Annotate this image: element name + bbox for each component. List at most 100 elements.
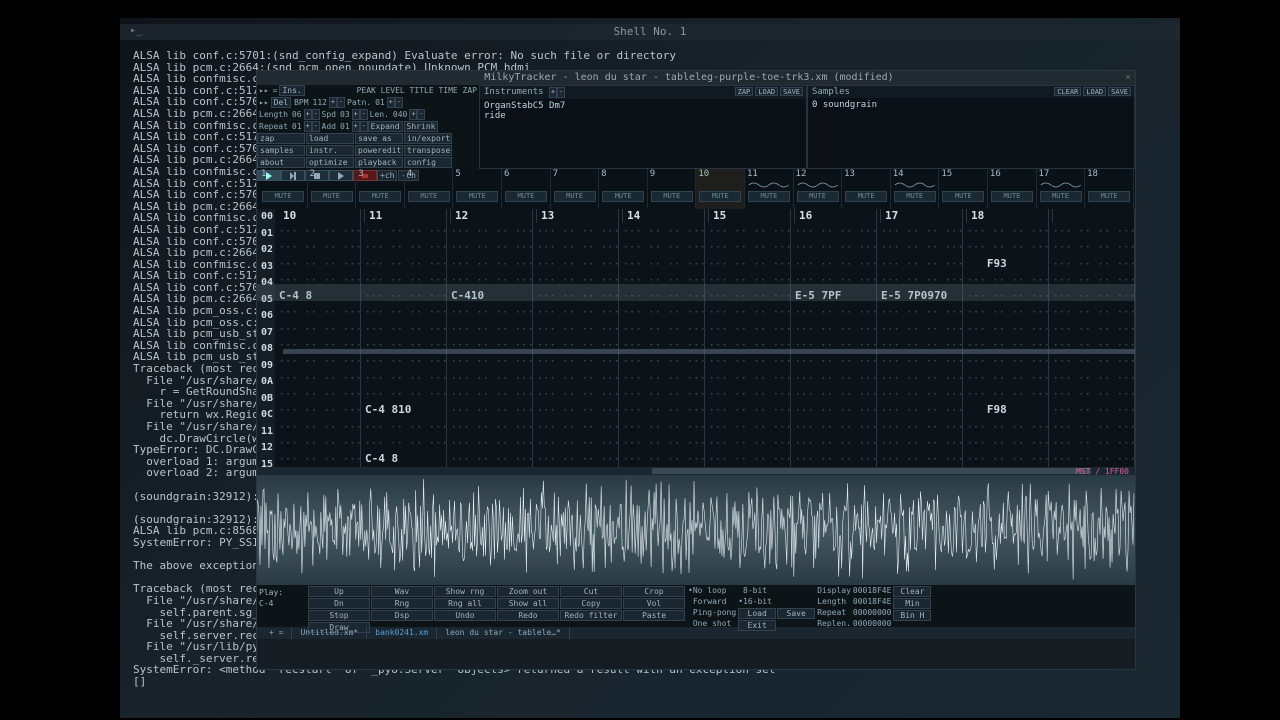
status-tab-new[interactable]: + = (261, 627, 292, 639)
mute-button[interactable]: MUTE (602, 191, 644, 202)
mute-button[interactable]: MUTE (554, 191, 596, 202)
channel-11[interactable]: 11 MUTE (745, 169, 794, 209)
channel-15[interactable]: 15 MUTE (939, 169, 988, 209)
mute-button[interactable]: MUTE (748, 191, 790, 202)
about-button[interactable]: about (257, 157, 305, 168)
channel-12[interactable]: 12 MUTE (794, 169, 843, 209)
pattern-hscroll[interactable] (257, 467, 1135, 475)
channel-18[interactable]: 18 MUTE (1085, 169, 1134, 209)
samp-load-button[interactable]: LOAD (1083, 87, 1106, 96)
bpm-up-icon[interactable]: + (329, 97, 337, 108)
rng-button[interactable]: Rng (371, 598, 433, 609)
samp-clear-button[interactable]: CLEAR (1054, 87, 1081, 96)
zoom-out-button[interactable]: Zoom out (497, 586, 559, 597)
expand-button[interactable]: Expand (368, 121, 403, 132)
del-button[interactable]: Del (271, 97, 291, 108)
mute-button[interactable]: MUTE (651, 191, 693, 202)
saveas-button[interactable]: save as (355, 133, 403, 144)
tracker-titlebar[interactable]: MilkyTracker - leon du star - tableleg-p… (257, 71, 1135, 85)
channel-14[interactable]: 14 MUTE (891, 169, 940, 209)
optimize-button[interactable]: optimize (306, 157, 354, 168)
mute-button[interactable]: MUTE (1040, 191, 1082, 202)
rng-all-button[interactable]: Rng all (434, 598, 496, 609)
binh-button[interactable]: Bin H (893, 610, 931, 621)
inexport-button[interactable]: in/export (404, 133, 452, 144)
crop-button[interactable]: Crop (623, 586, 685, 597)
channel-13[interactable]: 13 MUTE (842, 169, 891, 209)
up-button[interactable]: Up (308, 586, 370, 597)
samples-list[interactable]: 0 soundgrain (808, 98, 1134, 112)
samp-save-button[interactable]: SAVE (1108, 87, 1131, 96)
ins-button[interactable]: Ins. (279, 85, 304, 96)
mute-button[interactable]: MUTE (991, 191, 1033, 202)
instruments-list[interactable]: OrganStabC5 Dm7ride (480, 99, 806, 123)
shrink-button[interactable]: Shrink (404, 121, 439, 132)
undo-button[interactable]: Undo (434, 610, 496, 621)
channel-17[interactable]: 17 MUTE (1037, 169, 1086, 209)
sample-load-button[interactable]: Load (738, 608, 776, 619)
mute-button[interactable]: MUTE (311, 191, 353, 202)
close-icon[interactable]: × (1121, 72, 1135, 83)
row-highlight (257, 284, 1135, 301)
bpm-down-icon[interactable]: - (337, 97, 345, 108)
mute-button[interactable]: MUTE (942, 191, 984, 202)
waveform-display[interactable]: MST / 1FF00 (257, 475, 1135, 585)
instr-button[interactable]: instr. (306, 145, 354, 156)
mute-button[interactable]: MUTE (699, 191, 741, 202)
status-tab-3[interactable]: leon du star - tablele…* (437, 627, 570, 639)
poweredit-button[interactable]: poweredit (355, 145, 403, 156)
instr-save-button[interactable]: SAVE (780, 87, 803, 96)
channel-1[interactable]: 1 MUTE (259, 169, 308, 209)
show-rng-button[interactable]: Show rng (434, 586, 496, 597)
paste-button[interactable]: Paste (623, 610, 685, 621)
terminal-title: Shell No. 1 (614, 25, 687, 38)
mute-button[interactable]: MUTE (1088, 191, 1130, 202)
mute-button[interactable]: MUTE (505, 191, 547, 202)
dsp-button[interactable]: Dsp (371, 610, 433, 621)
terminal-titlebar: Shell No. 1 (120, 24, 1180, 40)
channel-6[interactable]: 6 MUTE (502, 169, 551, 209)
channel-8[interactable]: 8 MUTE (599, 169, 648, 209)
pattern-editor[interactable]: 000102030405060708090A0B0C111215 10 11 1… (257, 209, 1135, 467)
status-tab-2[interactable]: bank0241.xm (367, 627, 437, 639)
channel-4[interactable]: 4 MUTE (405, 169, 454, 209)
load-button[interactable]: load (306, 133, 354, 144)
channel-9[interactable]: 9 MUTE (648, 169, 697, 209)
instr-load-button[interactable]: LOAD (755, 87, 778, 96)
mute-button[interactable]: MUTE (456, 191, 498, 202)
stop-button[interactable]: Stop (308, 610, 370, 621)
channel-2[interactable]: 2 MUTE (308, 169, 357, 209)
wav-button[interactable]: Wav (371, 586, 433, 597)
cut-button[interactable]: Cut (560, 586, 622, 597)
playback-button[interactable]: playback (355, 157, 403, 168)
tracker-window: MilkyTracker - leon du star - tableleg-p… (256, 70, 1136, 670)
clear-button[interactable]: Clear (893, 586, 931, 597)
mute-button[interactable]: MUTE (894, 191, 936, 202)
channel-7[interactable]: 7 MUTE (551, 169, 600, 209)
sample-save-button[interactable]: Save (777, 608, 815, 619)
channel-3[interactable]: 3 MUTE (356, 169, 405, 209)
samples-button[interactable]: samples (257, 145, 305, 156)
redo-filter-button[interactable]: Redo filter (560, 610, 622, 621)
mute-button[interactable]: MUTE (408, 191, 450, 202)
redo-button[interactable]: Redo (497, 610, 559, 621)
instr-zap-button[interactable]: ZAP (735, 87, 754, 96)
transpose-button[interactable]: transpose (404, 145, 452, 156)
min-button[interactable]: Min (893, 598, 931, 609)
mute-button[interactable]: MUTE (797, 191, 839, 202)
vol-button[interactable]: Vol (623, 598, 685, 609)
channel-10[interactable]: 10 MUTE (696, 169, 745, 209)
copy-button[interactable]: Copy (560, 598, 622, 609)
mute-button[interactable]: MUTE (262, 191, 304, 202)
show-all-button[interactable]: Show all (497, 598, 559, 609)
zap-button[interactable]: zap (257, 133, 305, 144)
mute-button[interactable]: MUTE (845, 191, 887, 202)
mute-button[interactable]: MUTE (359, 191, 401, 202)
channel-16[interactable]: 16 MUTE (988, 169, 1037, 209)
config-button[interactable]: config (404, 157, 452, 168)
channel-5[interactable]: 5 MUTE (453, 169, 502, 209)
sample-exit-button[interactable]: Exit (738, 620, 776, 631)
status-tab-1[interactable]: Untitled.xm* (292, 627, 367, 639)
tabs[interactable]: PEAK LEVEL TITLE TIME ZAP (355, 85, 479, 97)
dn-button[interactable]: Dn (308, 598, 370, 609)
